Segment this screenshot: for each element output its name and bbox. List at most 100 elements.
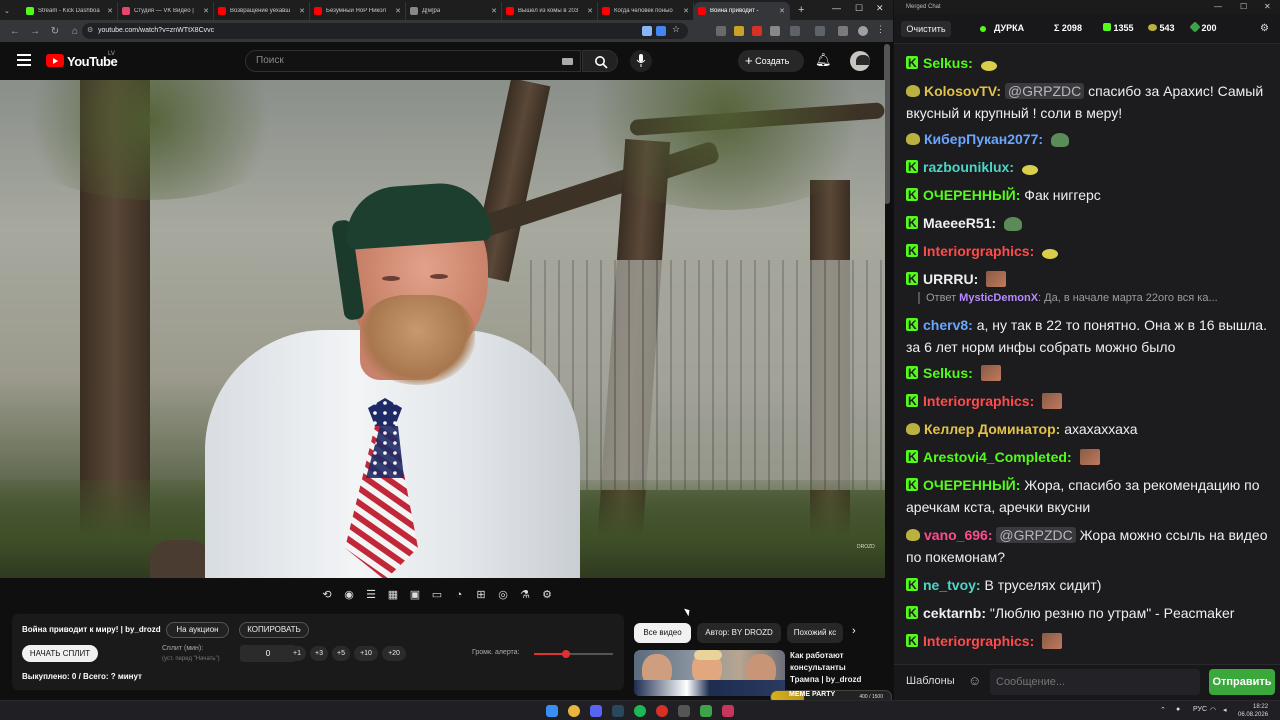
clock[interactable]: 18:22 06.08.2026 (1238, 703, 1268, 719)
tab-close-icon[interactable]: ✕ (107, 7, 113, 15)
spotify-icon[interactable] (634, 705, 646, 717)
chat-username[interactable]: Arestovi4_Completed (923, 449, 1067, 465)
volume-icon[interactable]: ◂ (1223, 706, 1227, 714)
keyboard-icon[interactable] (562, 58, 573, 65)
templates-button[interactable]: Шаблоны (906, 675, 955, 687)
browser-tab[interactable]: Война приводит - ✕ (694, 2, 790, 20)
send-button[interactable]: Отправить (1209, 669, 1275, 695)
tab-search-icon[interactable]: ⌄ (0, 2, 22, 20)
chat-username[interactable]: URRRU (923, 271, 974, 287)
cinema-mode-icon[interactable]: ▭ (428, 586, 446, 604)
chat-username[interactable]: Келлер Доминатор (924, 421, 1056, 437)
chat-username[interactable]: razbouniklux (923, 159, 1009, 175)
chat-mention[interactable]: @GRPZDC (996, 527, 1076, 543)
chat-mention[interactable]: @GRPZDC (1004, 83, 1085, 99)
browser-tab[interactable]: Д[м]ра ✕ (406, 2, 502, 20)
app-icon[interactable] (722, 705, 734, 717)
increment-button[interactable]: +1 (288, 646, 306, 661)
minimize-icon[interactable]: — (1214, 0, 1222, 14)
wifi-icon[interactable]: ◠ (1210, 706, 1216, 714)
increment-button[interactable]: +10 (354, 646, 378, 661)
loop-icon[interactable]: ⟲ (318, 586, 336, 604)
menu-icon[interactable]: ⋮ (876, 24, 886, 34)
alert-volume-knob[interactable] (561, 650, 570, 658)
alert-volume-slider[interactable] (534, 650, 613, 658)
maximize-icon[interactable]: ☐ (1240, 0, 1247, 14)
url-field[interactable]: ⚙ youtube.com/watch?v=znWTtX8Cvvc (82, 23, 688, 39)
avatar[interactable] (850, 51, 870, 71)
windows-start-icon[interactable] (546, 705, 558, 717)
extension-icon[interactable] (770, 26, 780, 36)
language-indicator[interactable]: РУС (1193, 706, 1207, 713)
flask-icon[interactable]: ⚗ (516, 586, 534, 604)
youtube-logo-icon[interactable] (46, 54, 64, 67)
reply-preview[interactable]: Ответ MysticDemonX: Да, в начале марта 2… (918, 292, 1266, 304)
discord-icon[interactable] (590, 705, 602, 717)
speed-gauge-icon[interactable]: ◔ (450, 586, 468, 604)
sidebar-icon[interactable] (838, 26, 848, 36)
chat-username[interactable]: MaeeeR51 (923, 215, 992, 231)
tab-close-icon[interactable]: ✕ (779, 7, 785, 15)
browser-tab[interactable]: Студия — VK Видео | ✕ (118, 2, 214, 20)
add-box-icon[interactable]: ⊞ (472, 586, 490, 604)
tab-close-icon[interactable]: ✕ (683, 7, 689, 15)
chat-username[interactable]: ОЧЕРЕННЫЙ (923, 477, 1016, 493)
settings-gear-icon[interactable]: ⚙ (538, 586, 556, 604)
download-icon[interactable] (815, 26, 825, 36)
extension-icon[interactable] (734, 26, 744, 36)
browser-tab[interactable]: Безумный ЯоР Никол ✕ (310, 2, 406, 20)
steam-icon[interactable] (612, 705, 624, 717)
video-player[interactable]: DROZD (0, 80, 885, 578)
chat-username[interactable]: Interiorgraphics (923, 393, 1030, 409)
close-icon[interactable]: ✕ (1264, 0, 1271, 14)
chat-username[interactable]: ne_tvoy (923, 577, 976, 593)
chip-by-author[interactable]: Автор: BY DROZD (697, 623, 781, 643)
app-icon[interactable] (656, 705, 668, 717)
message-input[interactable] (990, 669, 1200, 695)
clear-button[interactable]: Очистить (901, 21, 951, 37)
extension-icon[interactable] (716, 26, 726, 36)
camera-icon[interactable]: ◎ (494, 586, 512, 604)
notifications-bell-icon[interactable]: 🔔︎ (815, 52, 832, 68)
tab-close-icon[interactable]: ✕ (395, 7, 401, 15)
search-input[interactable]: Поиск (245, 50, 581, 72)
browser-tab[interactable]: Возвращение уехавш ✕ (214, 2, 310, 20)
chat-username[interactable]: КиберПукан2077 (924, 131, 1038, 147)
tray-chevron-icon[interactable]: ⌃ (1160, 706, 1166, 714)
tab-close-icon[interactable]: ✕ (299, 7, 305, 15)
chat-username[interactable]: Interiorgraphics (923, 243, 1030, 259)
playlist-add-icon[interactable]: ☰ (362, 586, 380, 604)
copy-button[interactable]: КОПИРОВАТЬ (239, 622, 309, 638)
maximize-icon[interactable]: ☐ (855, 3, 863, 14)
chat-username[interactable]: vano_696 (924, 527, 988, 543)
app-icon[interactable] (678, 705, 690, 717)
new-tab-icon[interactable]: + (798, 4, 804, 16)
picture-in-picture-icon[interactable]: ▣ (406, 586, 424, 604)
extensions-puzzle-icon[interactable] (790, 26, 800, 36)
increment-button[interactable]: +20 (382, 646, 406, 661)
browser-tab[interactable]: Вышел из комы в 203 ✕ (502, 2, 598, 20)
reload-icon[interactable]: ↻ (50, 26, 60, 37)
chat-username[interactable]: Selkus (923, 55, 968, 71)
hamburger-menu-icon[interactable] (17, 54, 31, 66)
tab-close-icon[interactable]: ✕ (587, 7, 593, 15)
emoji-icon[interactable]: ☺ (968, 673, 981, 688)
chat-username[interactable]: ОЧЕРЕННЫЙ (923, 187, 1016, 203)
zoom-icon[interactable] (642, 26, 652, 36)
chat-username[interactable]: KolosovTV (924, 83, 996, 99)
recommendation-thumbnail[interactable] (634, 650, 785, 696)
recommendation-title[interactable]: Как работают консультанты Трампа | by_dr… (790, 650, 875, 686)
chip-similar[interactable]: Похожий кс (787, 623, 843, 643)
increment-button[interactable]: +5 (332, 646, 350, 661)
close-icon[interactable]: ✕ (876, 3, 884, 14)
tab-close-icon[interactable]: ✕ (203, 7, 209, 15)
chip-all-videos[interactable]: Все видео (634, 623, 691, 643)
profile-icon[interactable] (858, 26, 868, 36)
app-icon[interactable] (700, 705, 712, 717)
translate-icon[interactable] (656, 26, 666, 36)
voice-search-button[interactable] (630, 50, 652, 72)
home-icon[interactable]: ⌂ (70, 26, 80, 37)
browser-tab[interactable]: Stream - Kick Dashboa ✕ (22, 2, 118, 20)
chrome-icon[interactable] (568, 705, 580, 717)
create-button[interactable]: + Создать (738, 50, 804, 72)
